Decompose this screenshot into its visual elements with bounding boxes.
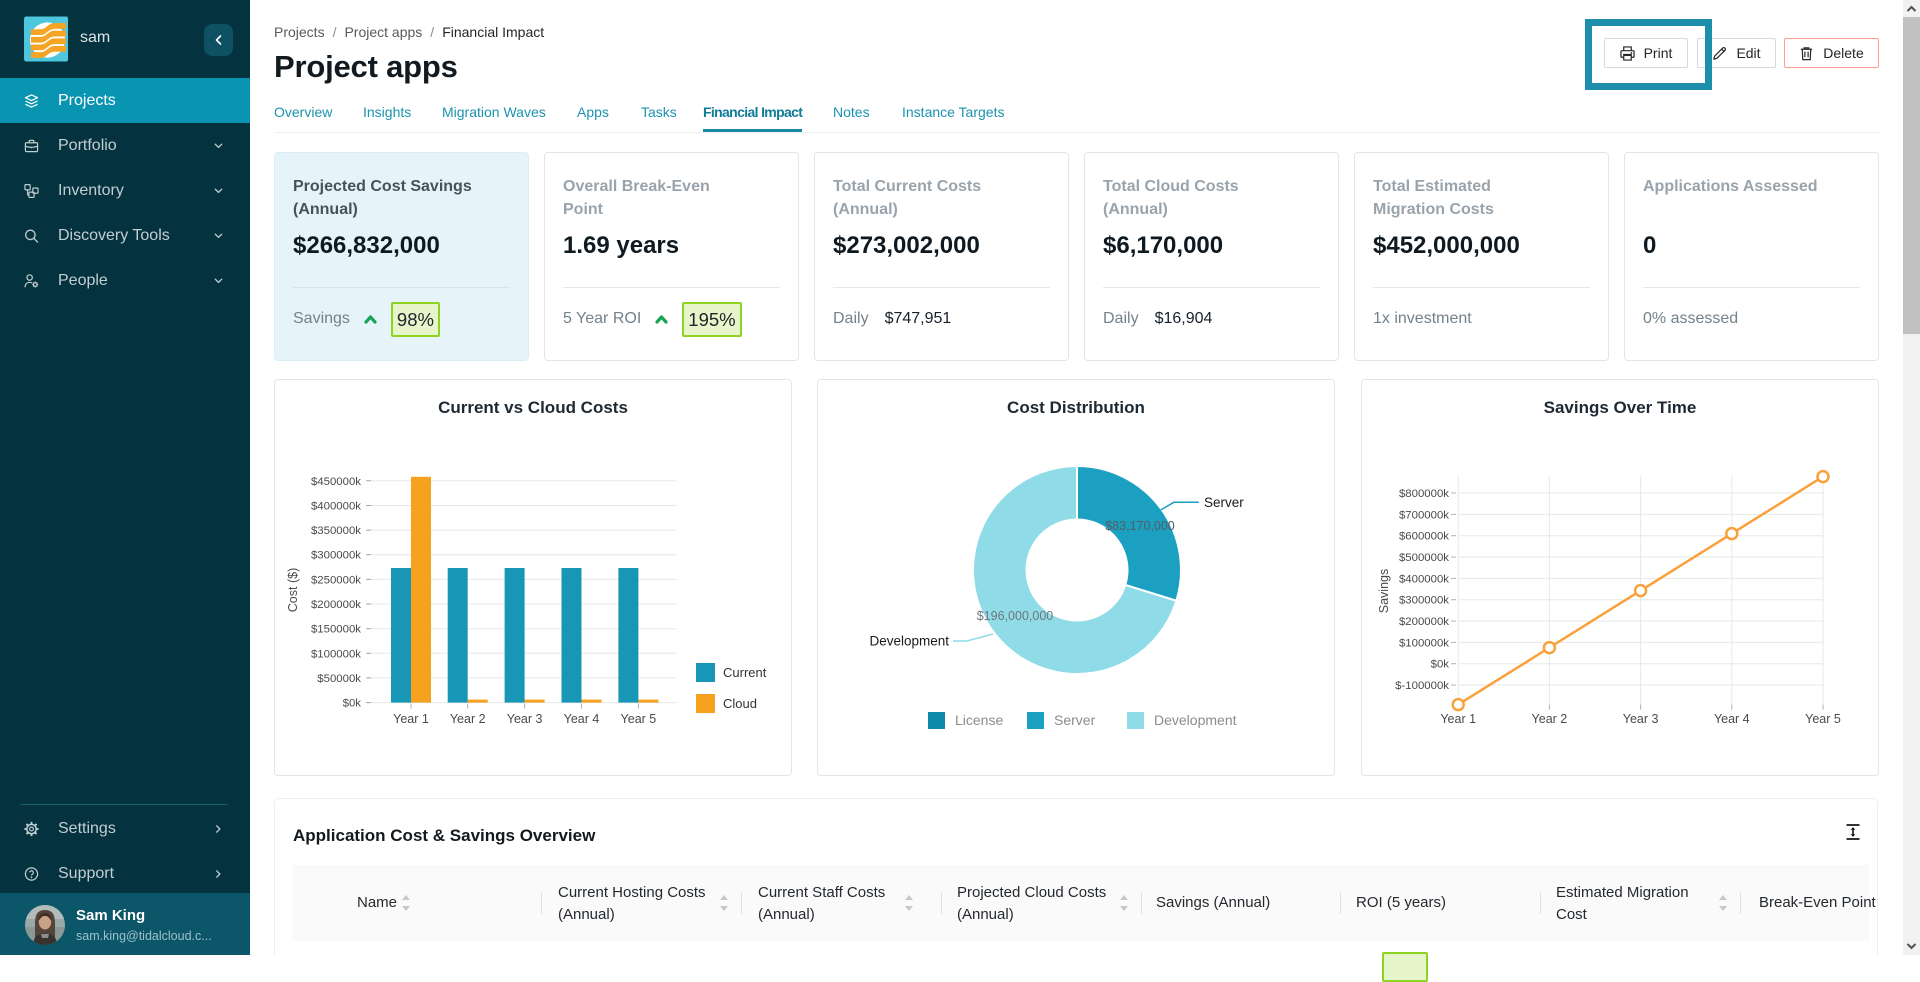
svg-text:Current: Current bbox=[723, 665, 767, 680]
svg-text:Year 3: Year 3 bbox=[1622, 712, 1658, 726]
svg-text:Savings Over Time: Savings Over Time bbox=[1543, 398, 1696, 417]
svg-text:Cloud: Cloud bbox=[723, 696, 757, 711]
svg-text:Year 4: Year 4 bbox=[1713, 712, 1749, 726]
svg-text:$-100000k: $-100000k bbox=[1395, 680, 1449, 692]
svg-text:Year 1: Year 1 bbox=[1440, 712, 1476, 726]
svg-text:$83,170,000: $83,170,000 bbox=[1105, 519, 1175, 533]
svg-text:Development: Development bbox=[869, 634, 949, 649]
svg-text:$600000k: $600000k bbox=[1398, 531, 1448, 543]
svg-text:$800000k: $800000k bbox=[1398, 488, 1448, 500]
svg-text:Savings: Savings bbox=[1377, 569, 1391, 613]
svg-text:$0k: $0k bbox=[343, 698, 362, 710]
svg-text:Year 3: Year 3 bbox=[507, 712, 543, 726]
svg-text:$450000k: $450000k bbox=[311, 476, 361, 488]
svg-text:$400000k: $400000k bbox=[311, 501, 361, 513]
svg-text:Server: Server bbox=[1054, 712, 1096, 728]
svg-text:Year 4: Year 4 bbox=[564, 712, 600, 726]
svg-text:Year 2: Year 2 bbox=[1531, 712, 1567, 726]
svg-text:Cost ($): Cost ($) bbox=[286, 568, 300, 612]
svg-text:$100000k: $100000k bbox=[1398, 637, 1448, 649]
svg-text:$0k: $0k bbox=[1430, 659, 1449, 671]
svg-text:$100000k: $100000k bbox=[311, 648, 361, 660]
svg-text:$350000k: $350000k bbox=[311, 525, 361, 537]
svg-text:$400000k: $400000k bbox=[1398, 573, 1448, 585]
svg-text:$196,000,000: $196,000,000 bbox=[977, 609, 1054, 623]
svg-text:Server: Server bbox=[1204, 495, 1244, 510]
svg-text:Current vs Cloud Costs: Current vs Cloud Costs bbox=[438, 398, 628, 417]
svg-text:$700000k: $700000k bbox=[1398, 509, 1448, 521]
svg-text:Year 1: Year 1 bbox=[393, 712, 429, 726]
svg-text:$200000k: $200000k bbox=[1398, 616, 1448, 628]
svg-text:License: License bbox=[955, 712, 1003, 728]
svg-text:Cost Distribution: Cost Distribution bbox=[1007, 398, 1145, 417]
svg-text:$300000k: $300000k bbox=[1398, 595, 1448, 607]
svg-text:$500000k: $500000k bbox=[1398, 552, 1448, 564]
svg-text:$50000k: $50000k bbox=[317, 673, 361, 685]
svg-text:Year 5: Year 5 bbox=[1805, 712, 1841, 726]
svg-text:Year 5: Year 5 bbox=[621, 712, 657, 726]
svg-text:Development: Development bbox=[1154, 712, 1237, 728]
svg-text:$250000k: $250000k bbox=[311, 574, 361, 586]
svg-text:Year 2: Year 2 bbox=[450, 712, 486, 726]
svg-text:$200000k: $200000k bbox=[311, 599, 361, 611]
svg-text:$300000k: $300000k bbox=[311, 550, 361, 562]
svg-text:$150000k: $150000k bbox=[311, 624, 361, 636]
